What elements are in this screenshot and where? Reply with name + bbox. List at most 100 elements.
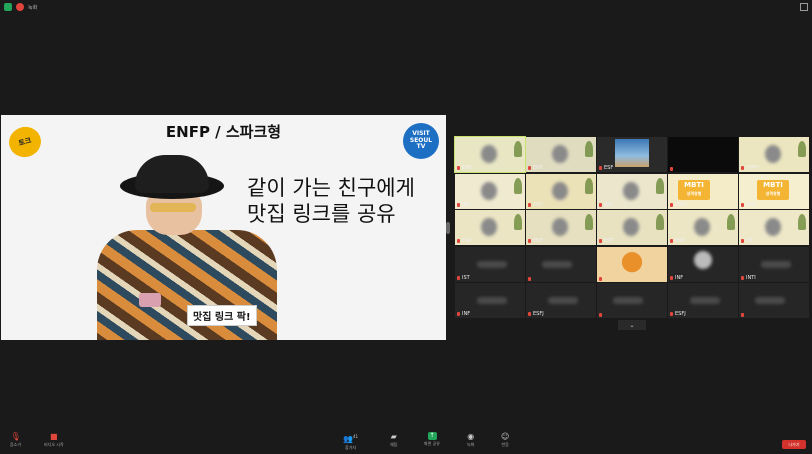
participant-tile[interactable] bbox=[597, 283, 667, 318]
participant-name bbox=[599, 276, 604, 281]
participant-tile[interactable]: ESF bbox=[597, 137, 667, 172]
muted-mic-icon bbox=[599, 313, 602, 317]
participant-tile[interactable]: MBTI 성격유형 ENF bbox=[739, 173, 809, 209]
view-toggle-icon[interactable] bbox=[800, 3, 808, 11]
participant-tile[interactable]: ENT bbox=[597, 210, 667, 245]
muted-mic-icon bbox=[528, 166, 531, 170]
background-plant bbox=[585, 214, 593, 230]
person-glasses bbox=[150, 203, 196, 212]
participant-name-text: ENT bbox=[533, 165, 543, 171]
gallery-next-page-button[interactable]: ⌄ bbox=[618, 320, 646, 330]
background-plant bbox=[585, 177, 593, 194]
participant-tile[interactable]: ENF bbox=[454, 136, 526, 173]
participant-tile[interactable]: MBTI 성격유형 MBTI bbox=[668, 173, 738, 209]
participant-name: ENT bbox=[528, 238, 543, 244]
participant-name: ENF bbox=[457, 238, 472, 244]
participant-tile[interactable] bbox=[526, 246, 596, 282]
muted-mic-icon bbox=[670, 275, 673, 280]
participant-tile[interactable] bbox=[597, 246, 667, 282]
participant-name: INF bbox=[457, 202, 470, 208]
share-header: ENFP / 스파크형 bbox=[165, 123, 282, 141]
background-plant bbox=[727, 214, 735, 230]
caption-line-2: 맛집 링크를 공유 bbox=[247, 202, 396, 226]
participant-tile[interactable]: ENF bbox=[455, 210, 525, 245]
muted-mic-icon bbox=[457, 239, 460, 243]
mbti-poster: MBTI 성격유형 bbox=[678, 179, 710, 200]
participant-name: INF bbox=[599, 202, 612, 208]
muted-mic-icon bbox=[457, 275, 460, 280]
participant-name-text: ESFJ bbox=[533, 311, 544, 317]
participant-tile[interactable]: INF bbox=[455, 283, 525, 318]
split-handle[interactable] bbox=[446, 222, 450, 234]
blurred-face bbox=[623, 181, 639, 200]
participant-tile[interactable]: ESFJ bbox=[526, 283, 596, 318]
participant-name: ENT bbox=[528, 202, 543, 208]
meeting-toolbar: 🎙 음소거 ■ 비디오 시작 👥41 참가자 ▰ 채팅 ↑ 화면 공유 ◉ 녹화… bbox=[0, 432, 812, 454]
chat-icon: ▰ bbox=[390, 432, 397, 441]
microphone-muted-icon: 🎙 bbox=[10, 432, 21, 441]
blurred-name bbox=[755, 297, 785, 304]
reaction-icon: ☺ bbox=[501, 432, 510, 441]
participant-tile[interactable]: ENT bbox=[526, 210, 596, 245]
participant-tile[interactable]: INF bbox=[455, 173, 525, 209]
reactions-button[interactable]: ☺ 반응 bbox=[501, 432, 509, 448]
participant-tile[interactable] bbox=[668, 137, 738, 172]
muted-mic-icon bbox=[741, 239, 744, 243]
record-button[interactable]: ◉ 녹화 bbox=[467, 432, 474, 448]
participant-name: INF bbox=[670, 275, 683, 281]
participant-name bbox=[670, 167, 675, 171]
muted-mic-icon bbox=[457, 202, 460, 207]
participant-tile[interactable]: INF bbox=[668, 246, 738, 282]
muted-mic-icon bbox=[599, 166, 602, 170]
mbti-poster-subtitle: 성격유형 bbox=[765, 190, 781, 196]
reactions-label: 반응 bbox=[501, 442, 509, 447]
participant-name: ENF bbox=[741, 202, 756, 208]
security-shield-icon[interactable] bbox=[4, 3, 12, 11]
muted-mic-icon bbox=[457, 166, 460, 170]
share-screen-icon: ↑ bbox=[427, 432, 437, 440]
participant-name: ISF bbox=[741, 238, 754, 244]
badge-line-3: TV bbox=[416, 143, 426, 151]
participant-name: INF bbox=[457, 311, 470, 317]
start-video-button[interactable]: ■ 비디오 시작 bbox=[44, 432, 64, 448]
mbti-poster-title: MBTI bbox=[763, 180, 783, 189]
participant-tile[interactable]: IST bbox=[455, 246, 525, 282]
blurred-name bbox=[761, 260, 791, 268]
background-plant bbox=[798, 141, 806, 157]
muted-mic-icon bbox=[528, 202, 531, 207]
mute-button[interactable]: 🎙 음소거 bbox=[10, 432, 21, 448]
blurred-face bbox=[765, 218, 781, 236]
share-screen-button[interactable]: ↑ 화면 공유 bbox=[424, 432, 440, 447]
participants-button[interactable]: 👥41 참가자 bbox=[343, 432, 358, 451]
participant-tile[interactable]: ENT bbox=[526, 137, 596, 172]
participant-name-text: ENF bbox=[462, 238, 472, 244]
participant-tile[interactable]: ENT bbox=[526, 173, 596, 209]
mbti-poster-subtitle: 성격유형 bbox=[686, 190, 702, 196]
participant-name-text: INF bbox=[604, 201, 613, 208]
participant-tile[interactable] bbox=[739, 283, 809, 318]
leave-button[interactable]: 나가기 bbox=[782, 440, 806, 449]
participant-name: ENT bbox=[599, 238, 614, 244]
participant-tile[interactable]: ENF bbox=[668, 210, 738, 245]
muted-mic-icon bbox=[670, 312, 673, 316]
chat-label: 채팅 bbox=[390, 442, 398, 447]
participant-name-text: MBTI bbox=[675, 201, 688, 208]
participant-tile[interactable]: ENFP bbox=[739, 137, 809, 172]
muted-mic-icon bbox=[599, 239, 602, 243]
participant-tile[interactable]: INTI bbox=[739, 246, 809, 282]
blurred-face bbox=[694, 218, 710, 236]
participant-name: ENFP bbox=[741, 165, 759, 171]
participant-tile[interactable]: INF bbox=[597, 173, 667, 209]
participant-name-text: INTI bbox=[746, 274, 756, 281]
blurred-face bbox=[481, 218, 497, 236]
mute-label: 음소거 bbox=[10, 442, 22, 447]
background-plant bbox=[514, 177, 522, 194]
participant-name-text: ENF bbox=[675, 238, 685, 244]
muted-mic-icon bbox=[457, 312, 460, 316]
participant-tile[interactable]: ESFJ bbox=[668, 283, 738, 318]
chat-button[interactable]: ▰ 채팅 bbox=[390, 432, 397, 448]
participant-tile[interactable]: ISF bbox=[739, 210, 809, 245]
participant-name-text: ESFJ bbox=[675, 311, 686, 317]
background-plant bbox=[585, 141, 593, 157]
participant-name: ENF bbox=[670, 238, 685, 244]
